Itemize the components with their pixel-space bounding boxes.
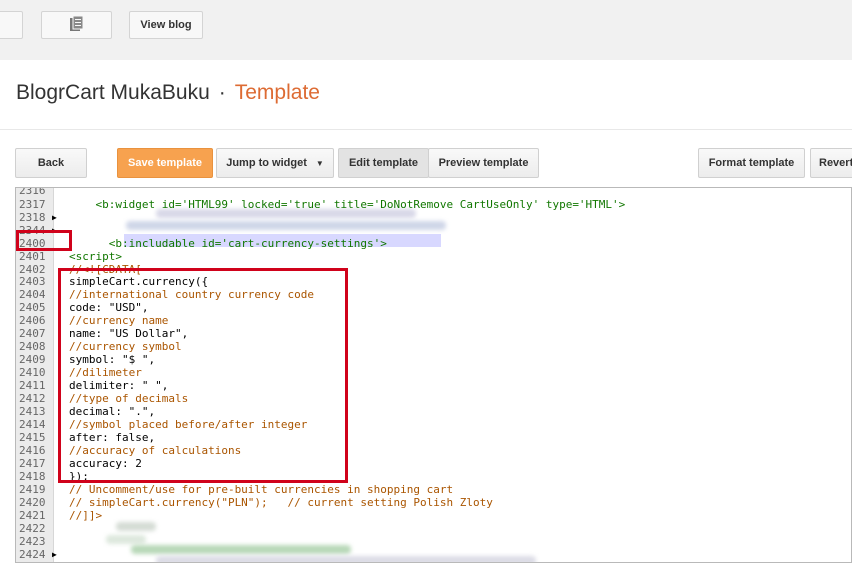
code-text: // simpleCart.currency("PLN"); // curren…	[69, 496, 493, 509]
code-line: 2400 <b:includable id='cart-currency-set…	[16, 237, 851, 250]
annotation-box-line-number	[16, 230, 72, 251]
code-text: <script>	[69, 250, 122, 263]
revert-button[interactable]: Revert	[810, 148, 852, 178]
line-number: 2425	[19, 561, 51, 562]
preview-template-button[interactable]: Preview template	[428, 148, 539, 178]
line-number: 2408	[19, 340, 46, 353]
line-number: 2409	[19, 353, 46, 366]
jump-to-widget-button[interactable]: Jump to widget ▼	[216, 148, 334, 178]
code-line: 2316	[16, 187, 851, 197]
line-number: 2416	[19, 444, 46, 457]
code-line: 2423	[16, 535, 851, 548]
code-line: 2424 ▶	[16, 548, 851, 561]
line-number: 2412	[19, 392, 46, 405]
line-number: 2413	[19, 405, 46, 418]
code-line: 2425	[16, 561, 851, 562]
fold-arrow-icon[interactable]: ▶	[52, 548, 57, 561]
copy-button[interactable]	[41, 11, 112, 39]
code-text: //]]>	[69, 509, 103, 522]
back-button[interactable]: Back	[15, 148, 87, 178]
code-text: // Uncomment/use for pre-built currencie…	[69, 483, 454, 496]
line-number: 2423	[19, 535, 46, 548]
line-number: 2405	[19, 301, 46, 314]
title-separator: ·	[218, 81, 226, 104]
line-number: 2318	[19, 211, 46, 224]
copy-icon	[69, 15, 85, 36]
line-number: 2418	[19, 470, 46, 483]
view-blog-button[interactable]: View blog	[129, 11, 203, 39]
line-number: 2407	[19, 327, 46, 340]
topbar-left-button[interactable]	[0, 11, 23, 39]
page-title: BlogrCart MukaBuku · Template	[16, 81, 320, 105]
line-number: 2414	[19, 418, 46, 431]
section-name: Template	[234, 81, 320, 104]
line-number: 2411	[19, 379, 46, 392]
line-number: 2317	[19, 198, 46, 211]
top-bar: View blog	[0, 0, 852, 60]
line-number: 2401	[19, 250, 46, 263]
code-line: 2317 <b:widget id='HTML99' locked='true'…	[16, 198, 851, 211]
code-line: 2401 <script>	[16, 250, 851, 263]
line-number: 2404	[19, 288, 46, 301]
code-text: <b:widget id='HTML99' locked='true' titl…	[69, 198, 626, 211]
chevron-down-icon: ▼	[315, 158, 324, 168]
code-editor[interactable]: 2316 2317 <b:widget id='HTML99' locked='t…	[15, 187, 852, 563]
line-number: 2421	[19, 509, 46, 522]
annotation-box-currency-block	[58, 268, 348, 483]
line-number: 2420	[19, 496, 46, 509]
code-line: 2421 //]]>	[16, 509, 851, 522]
code-line: 2419 // Uncomment/use for pre-built curre…	[16, 483, 851, 496]
line-number: 2403	[19, 275, 46, 288]
blog-name: BlogrCart MukaBuku	[16, 81, 210, 104]
line-number: 2424	[19, 548, 46, 561]
line-number: 2406	[19, 314, 46, 327]
line-number: 2316	[19, 187, 46, 197]
line-number: 2422	[19, 522, 46, 535]
code-line: 2422	[16, 522, 851, 535]
format-template-button[interactable]: Format template	[698, 148, 805, 178]
line-number: 2417	[19, 457, 46, 470]
header-divider	[0, 129, 852, 130]
fold-arrow-icon[interactable]: ▶	[52, 211, 57, 224]
save-template-button[interactable]: Save template	[117, 148, 213, 178]
jump-to-widget-label: Jump to widget	[226, 157, 307, 169]
line-number: 2415	[19, 431, 46, 444]
code-text: <b:includable id='cart-currency-settings…	[69, 237, 387, 250]
edit-template-button[interactable]: Edit template	[338, 148, 429, 178]
code-line: 2420 // simpleCart.currency("PLN"); // cu…	[16, 496, 851, 509]
line-number: 2410	[19, 366, 46, 379]
code-line: 2318 ▶	[16, 211, 851, 224]
code-line: 2344 ▶	[16, 224, 851, 237]
line-number: 2419	[19, 483, 46, 496]
